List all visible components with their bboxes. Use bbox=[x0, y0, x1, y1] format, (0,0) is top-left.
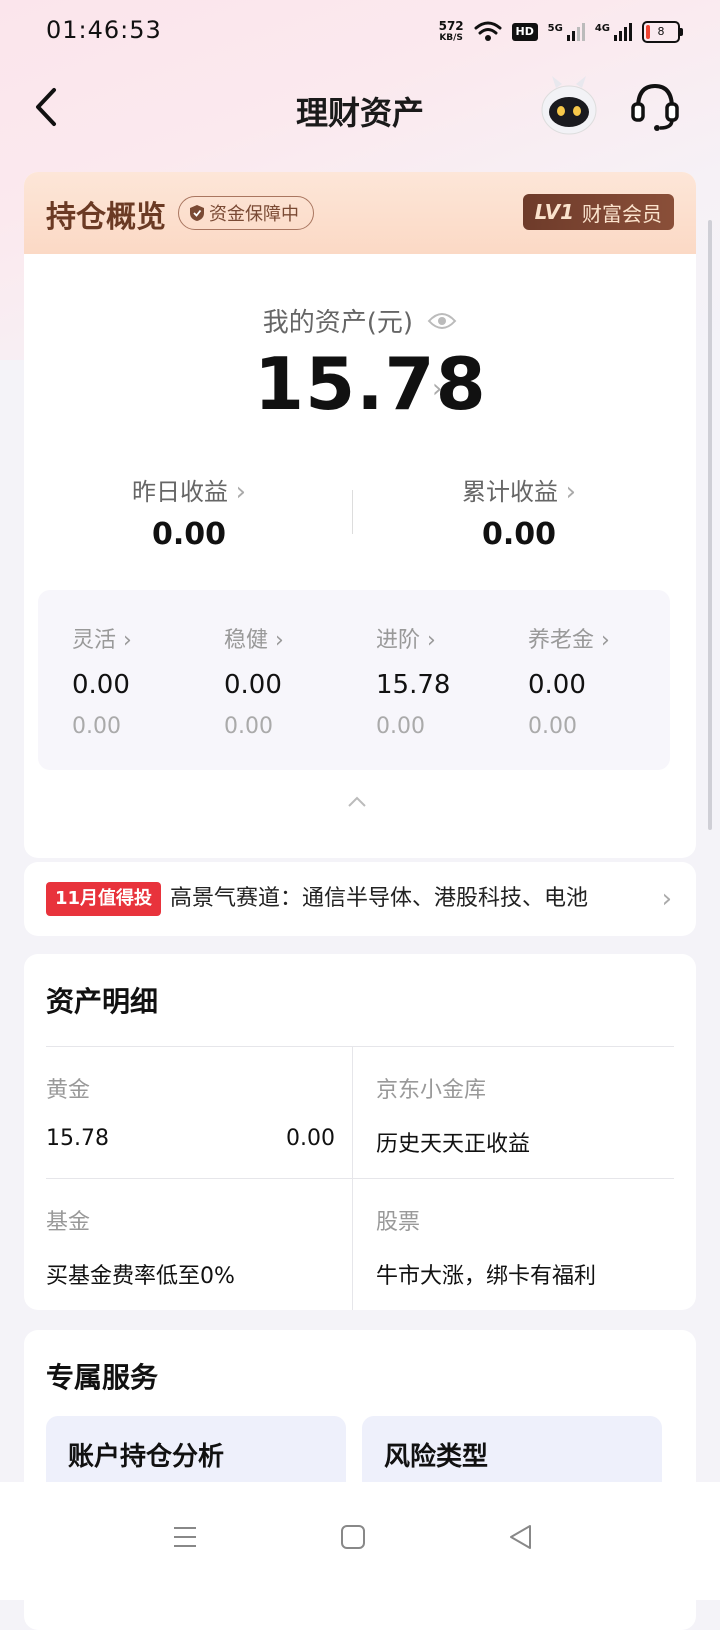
signal-5g-icon: 5G bbox=[548, 23, 585, 41]
category-label: 进阶 bbox=[376, 628, 421, 653]
signal-4g-label: 4G bbox=[594, 23, 610, 34]
chevron-right-icon: › bbox=[275, 628, 284, 653]
cumulative-income[interactable]: 累计收益 › 0.00 bbox=[354, 472, 684, 552]
triangle-back-icon[interactable] bbox=[506, 1522, 536, 1552]
asset-details-card: 资产明细 黄金 15.78 0.00 京东小金库 历史天天正收益 基金 买基金费… bbox=[24, 954, 696, 1310]
eye-icon[interactable] bbox=[427, 311, 457, 331]
detail-label: 股票 bbox=[376, 1210, 421, 1235]
overview-header: 持仓概览 资金保障中 LV1 财富会员 bbox=[24, 172, 696, 254]
promo-tag: 11月值得投 bbox=[46, 882, 162, 916]
section-title: 专属服务 bbox=[46, 1361, 159, 1394]
network-speed-unit: KB/S bbox=[439, 33, 463, 43]
detail-label: 黄金 bbox=[46, 1078, 91, 1103]
divider bbox=[46, 1046, 674, 1047]
status-bar: 01:46:53 572 KB/S HD 5G 4G 8 bbox=[0, 0, 720, 64]
category-label: 稳健 bbox=[224, 628, 269, 653]
category-value: 15.78 bbox=[376, 670, 451, 700]
yesterday-income-value: 0.00 bbox=[151, 517, 227, 552]
network-speed: 572 KB/S bbox=[439, 20, 464, 44]
my-assets-label: 我的资产(元) bbox=[262, 308, 414, 338]
headset-icon[interactable] bbox=[628, 78, 682, 134]
category-advanced[interactable]: 进阶 › 15.78 0.00 bbox=[376, 622, 450, 739]
category-income: 0.00 bbox=[376, 714, 425, 739]
my-assets-label-row: 我的资产(元) bbox=[24, 302, 696, 339]
wifi-icon bbox=[474, 21, 502, 41]
overview-title: 持仓概览 bbox=[46, 200, 166, 235]
hd-icon: HD bbox=[511, 23, 538, 41]
chevron-right-icon: › bbox=[123, 628, 132, 653]
vip-label: 财富会员 bbox=[582, 201, 662, 226]
yesterday-income-label: 昨日收益 bbox=[131, 478, 228, 506]
network-speed-value: 572 bbox=[438, 19, 464, 33]
system-nav-bar bbox=[0, 1482, 720, 1600]
category-value: 0.00 bbox=[224, 670, 282, 700]
scrollbar[interactable] bbox=[708, 220, 712, 830]
chevron-right-icon: › bbox=[565, 477, 577, 507]
detail-desc: 买基金费率低至0% bbox=[46, 1264, 235, 1289]
chevron-up-icon[interactable] bbox=[346, 794, 368, 810]
category-income: 0.00 bbox=[528, 714, 577, 739]
chevron-right-icon: › bbox=[427, 628, 436, 653]
detail-desc: 牛市大涨，绑卡有福利 bbox=[376, 1264, 597, 1289]
cumulative-income-value: 0.00 bbox=[481, 517, 557, 552]
chevron-right-icon: › bbox=[235, 477, 247, 507]
category-flexible[interactable]: 灵活 › 0.00 0.00 bbox=[72, 622, 132, 739]
yesterday-income[interactable]: 昨日收益 › 0.00 bbox=[24, 472, 354, 552]
detail-stock[interactable]: 股票 牛市大涨，绑卡有福利 bbox=[376, 1204, 596, 1290]
category-steady[interactable]: 稳健 › 0.00 0.00 bbox=[224, 622, 284, 739]
header: 理财资产 bbox=[0, 64, 720, 152]
shield-icon bbox=[190, 205, 204, 221]
category-label: 养老金 bbox=[528, 628, 595, 653]
robot-assistant-icon[interactable] bbox=[540, 74, 598, 138]
detail-desc: 历史天天正收益 bbox=[376, 1132, 531, 1157]
total-asset-value[interactable]: 15.78 bbox=[254, 342, 487, 426]
divider bbox=[46, 1178, 674, 1179]
fund-safety-label: 资金保障中 bbox=[209, 204, 299, 225]
category-value: 0.00 bbox=[528, 670, 586, 700]
category-pension[interactable]: 养老金 › 0.00 0.00 bbox=[528, 622, 610, 739]
category-value: 0.00 bbox=[72, 670, 130, 700]
category-income: 0.00 bbox=[72, 714, 121, 739]
category-income: 0.00 bbox=[224, 714, 273, 739]
square-icon[interactable] bbox=[338, 1522, 368, 1552]
holdings-overview-card: 持仓概览 资金保障中 LV1 财富会员 我的资产(元) 15.78 › 昨日收益… bbox=[24, 172, 696, 858]
detail-label: 基金 bbox=[46, 1210, 91, 1235]
signal-5g-label: 5G bbox=[547, 23, 563, 34]
service-label: 账户持仓分析 bbox=[68, 1442, 225, 1472]
signal-4g-icon: 4G bbox=[595, 23, 632, 41]
cumulative-income-label: 累计收益 bbox=[461, 478, 558, 506]
chevron-right-icon: › bbox=[661, 884, 672, 914]
status-icons: 572 KB/S HD 5G 4G 8 bbox=[439, 16, 683, 48]
vip-level: LV1 bbox=[534, 200, 574, 224]
divider bbox=[352, 490, 353, 534]
section-title: 资产明细 bbox=[46, 985, 159, 1018]
menu-icon[interactable] bbox=[170, 1522, 200, 1552]
promo-banner[interactable]: 11月值得投 高景气赛道：通信半导体、港股科技、电池 › bbox=[24, 862, 696, 936]
fund-safety-badge[interactable]: 资金保障中 bbox=[178, 196, 314, 230]
chevron-right-icon: › bbox=[601, 628, 610, 653]
detail-income: 0.00 bbox=[286, 1126, 335, 1151]
battery-icon: 8 bbox=[642, 21, 683, 43]
asset-category-grid: 灵活 › 0.00 0.00 稳健 › 0.00 0.00 进阶 › 15.78… bbox=[38, 590, 670, 770]
vip-member-badge[interactable]: LV1 财富会员 bbox=[522, 194, 674, 230]
category-label: 灵活 bbox=[72, 628, 117, 653]
battery-level: 8 bbox=[657, 25, 665, 38]
detail-fund[interactable]: 基金 买基金费率低至0% bbox=[46, 1204, 235, 1290]
chevron-right-icon[interactable]: › bbox=[432, 374, 442, 404]
status-time: 01:46:53 bbox=[46, 16, 162, 44]
page-title: 理财资产 bbox=[295, 94, 424, 132]
detail-jd-gold[interactable]: 京东小金库 历史天天正收益 bbox=[376, 1072, 530, 1158]
promo-text: 高景气赛道：通信半导体、港股科技、电池 bbox=[170, 886, 589, 911]
service-label: 风险类型 bbox=[384, 1442, 489, 1472]
detail-label: 京东小金库 bbox=[376, 1078, 487, 1103]
